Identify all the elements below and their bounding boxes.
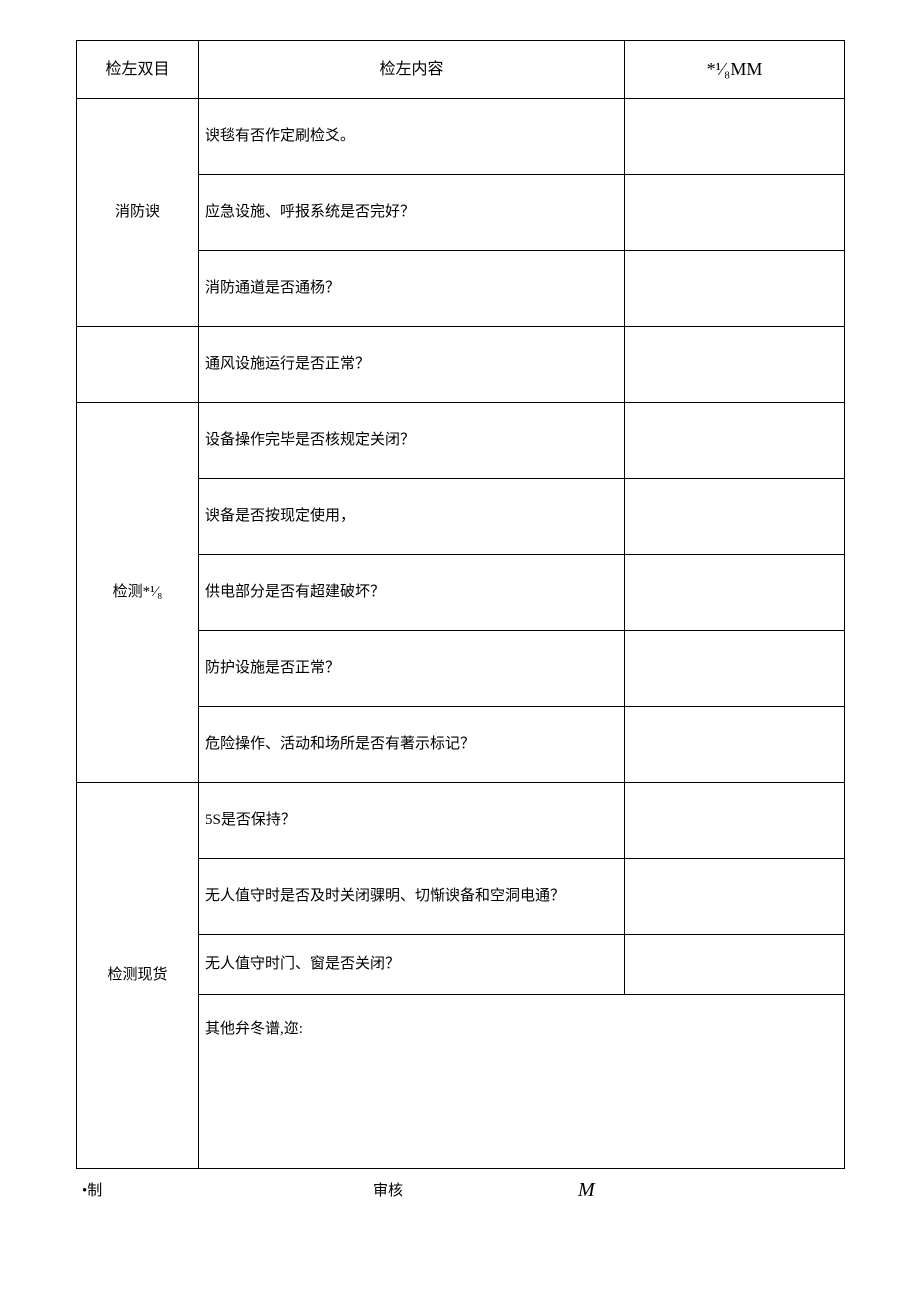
footer-row: •制 审核 M: [76, 1179, 844, 1202]
table-row: 检测*¹⁄₈ 设备操作完毕是否核规定关闭？: [77, 403, 845, 479]
table-row: 通风设施运行是否正常？: [77, 327, 845, 403]
check-cell: [625, 479, 845, 555]
table: 检左双目 检左内容 *¹⁄₈MM 消防谀 谀毯有否作定刷检爻。 应急设施、呼报系…: [76, 40, 845, 1169]
check-cell: [625, 707, 845, 783]
content-cell: 无人值守时是否及时关闭骒明、切惭谀备和空洞电通？: [199, 859, 625, 935]
check-cell: [625, 555, 845, 631]
header-check-text: *¹⁄₈MM: [707, 59, 763, 79]
check-cell: [625, 935, 845, 995]
check-cell: [625, 251, 845, 327]
content-cell: 危险操作、活动和场所是否有著示标记？: [199, 707, 625, 783]
content-cell: 防护设施是否正常？: [199, 631, 625, 707]
footer-made: •制: [76, 1179, 198, 1202]
category-empty: [77, 327, 199, 403]
header-content: 检左内容: [199, 41, 625, 99]
inspection-table: 检左双目 检左内容 *¹⁄₈MM 消防谀 谀毯有否作定刷检爻。 应急设施、呼报系…: [76, 40, 844, 1169]
table-header-row: 检左双目 检左内容 *¹⁄₈MM: [77, 41, 845, 99]
desc-label: 其他弁冬谱,迩:: [205, 1019, 838, 1160]
content-cell: 谀毯有否作定刷检爻。: [199, 99, 625, 175]
table-row: 消防谀 谀毯有否作定刷检爻。: [77, 99, 845, 175]
content-cell: 谀备是否按现定使用，: [199, 479, 625, 555]
category-site: 检测现货: [77, 783, 199, 1169]
content-cell: 通风设施运行是否正常？: [199, 327, 625, 403]
check-cell: [625, 327, 845, 403]
check-cell: [625, 175, 845, 251]
category-detection: 检测*¹⁄₈: [77, 403, 199, 783]
table-row: 检测现货 5S是否保持？: [77, 783, 845, 859]
check-cell: [625, 403, 845, 479]
footer-review: 审核: [198, 1179, 578, 1202]
content-cell: 供电部分是否有超建破坏？: [199, 555, 625, 631]
check-cell: [625, 631, 845, 707]
footer-m: M: [578, 1179, 798, 1202]
category-fire: 消防谀: [77, 99, 199, 327]
content-cell: 应急设施、呼报系统是否完好？: [199, 175, 625, 251]
header-check: *¹⁄₈MM: [625, 41, 845, 99]
content-cell: 5S是否保持？: [199, 783, 625, 859]
content-cell: 设备操作完毕是否核规定关闭？: [199, 403, 625, 479]
content-desc-cell: 其他弁冬谱,迩:: [199, 995, 845, 1169]
check-cell: [625, 859, 845, 935]
check-cell: [625, 99, 845, 175]
header-category: 检左双目: [77, 41, 199, 99]
content-cell: 无人值守时门、窗是否关闭？: [199, 935, 625, 995]
check-cell: [625, 783, 845, 859]
content-cell: 消防通道是否通杨？: [199, 251, 625, 327]
